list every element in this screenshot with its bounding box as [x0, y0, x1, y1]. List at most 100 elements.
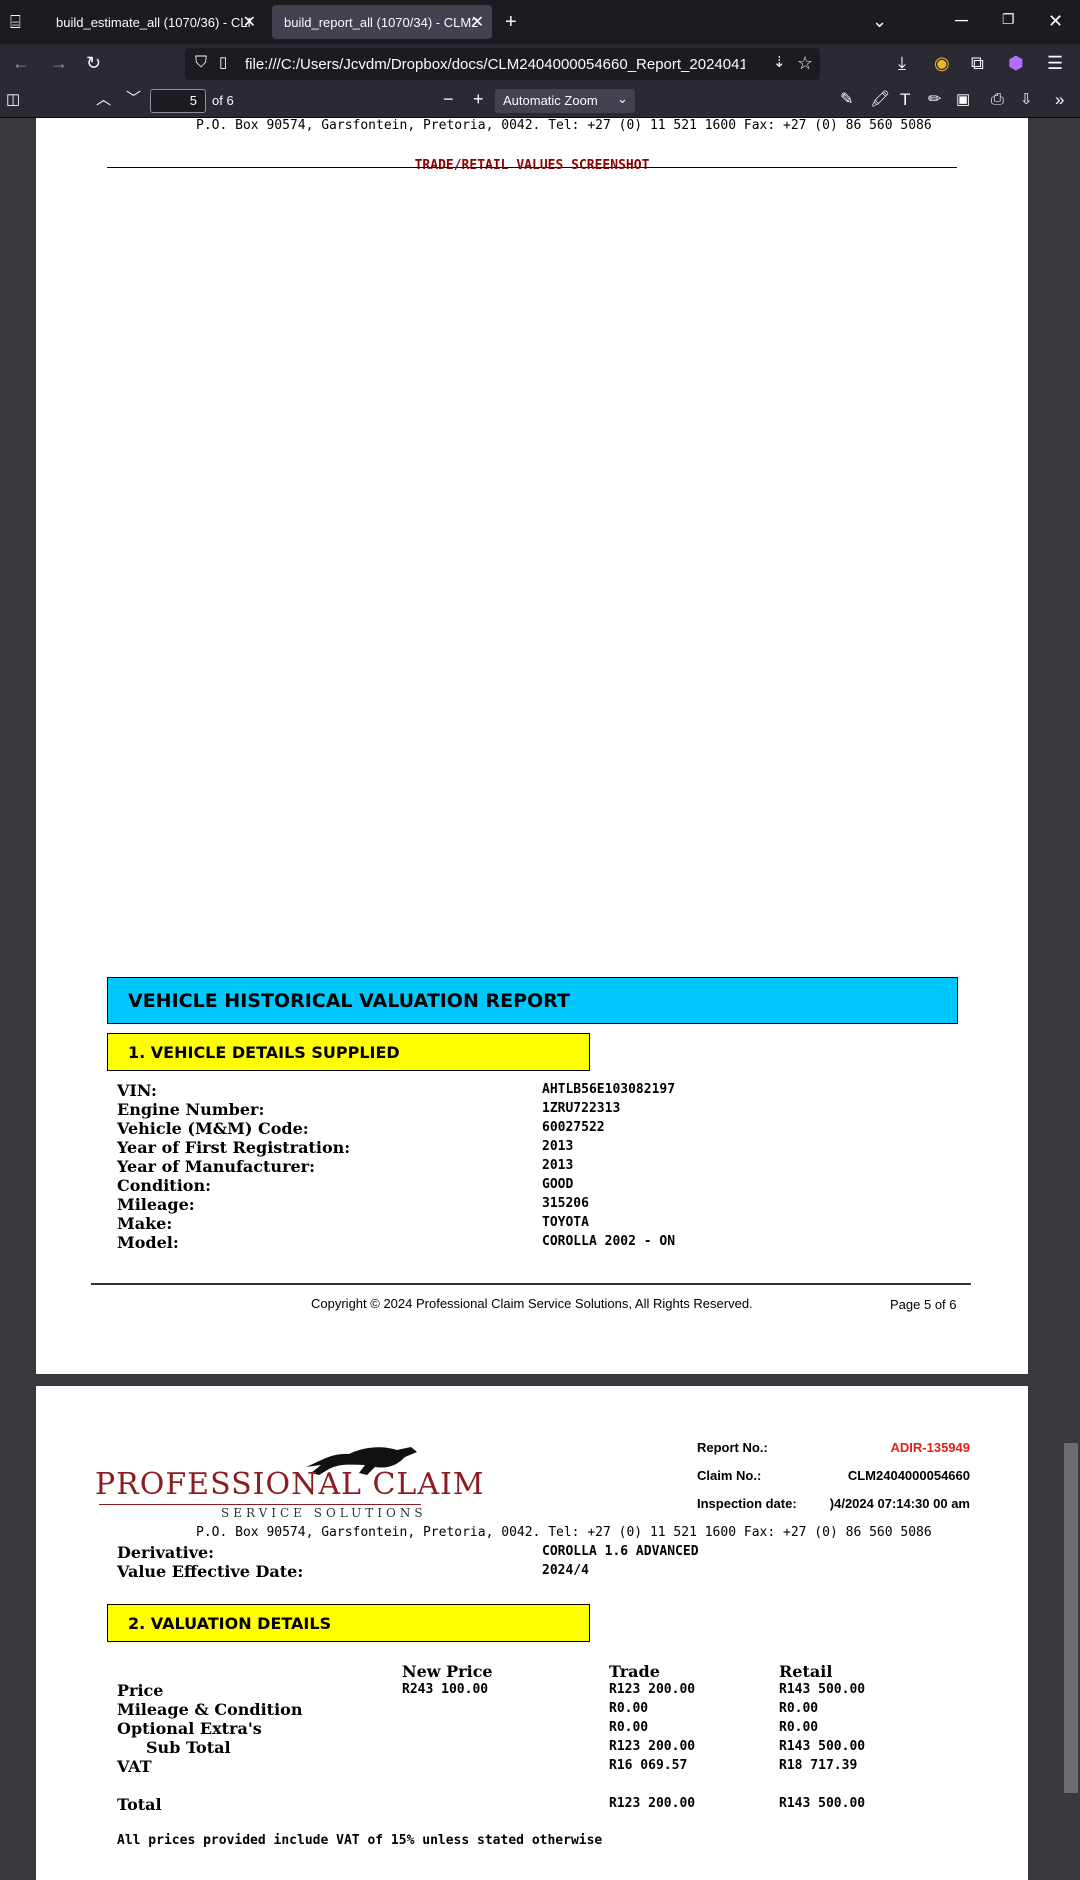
close-tab-icon[interactable]: ✕	[243, 12, 256, 32]
valuation-heading: 2. VALUATION DETAILS	[107, 1604, 590, 1642]
menu-icon[interactable]: ☰	[1047, 54, 1063, 72]
close-window-icon[interactable]: ✕	[1048, 12, 1063, 30]
row-label: VAT	[117, 1757, 152, 1776]
download-icon[interactable]: ⤓	[898, 54, 906, 72]
value-effective-label: Value Effective Date:	[117, 1562, 304, 1581]
derivative-label: Derivative:	[117, 1543, 215, 1562]
detail-value: 60027522	[542, 1120, 605, 1135]
previous-page-icon[interactable]: ︿	[96, 92, 111, 107]
retail-value: R0.00	[779, 1720, 819, 1735]
reader-icon[interactable]: ⇣	[773, 55, 786, 70]
draw-icon[interactable]: ✏	[928, 92, 941, 108]
trade-value: R123 200.00	[609, 1682, 696, 1697]
detail-label: Condition:	[117, 1176, 211, 1195]
sidebar-toggle-icon[interactable]: ◫	[6, 92, 20, 107]
section-title: TRADE/RETAIL VALUES SCREENSHOT	[414, 158, 650, 173]
minimize-icon[interactable]: ─	[955, 11, 968, 29]
pdf-toolbar: ◫ ︿ ﹀ 5 of 6 − + Automatic Zoom ⌄ ✎ 🖍 T …	[0, 84, 1080, 118]
column-header-trade: Trade	[609, 1662, 660, 1681]
text-icon[interactable]: T	[900, 91, 910, 108]
trade-value: R0.00	[609, 1720, 649, 1735]
page-icon: ▯	[219, 54, 228, 71]
url-text[interactable]: file:///C:/Users/Jcvdm/Dropbox/docs/CLM2…	[245, 56, 745, 73]
close-tab-icon[interactable]: ✕	[471, 12, 484, 32]
pdf-page-6: PROFESSIONAL CLAIM SERVICE SOLUTIONS Rep…	[36, 1386, 1028, 1880]
scrollbar-thumb[interactable]	[1064, 1443, 1078, 1793]
highlight-icon[interactable]: 🖍	[870, 92, 890, 108]
url-bar[interactable]: ⛉ ▯ file:///C:/Users/Jcvdm/Dropbox/docs/…	[185, 48, 820, 80]
page-label: Page 5 of 6	[890, 1297, 957, 1312]
total-retail-value: R143 500.00	[779, 1796, 866, 1811]
detail-value: COROLLA 2002 - ON	[542, 1234, 676, 1249]
tab-list-icon[interactable]: ⌸	[10, 13, 21, 31]
detail-label: Model:	[117, 1233, 179, 1252]
row-label: Sub Total	[146, 1738, 231, 1757]
detail-label: Engine Number:	[117, 1100, 265, 1119]
retail-value: R18 717.39	[779, 1758, 858, 1773]
tab-build-estimate[interactable]: build_estimate_all (1070/36) - CLM2 ✕	[44, 5, 264, 39]
back-icon[interactable]: ←	[12, 54, 30, 72]
footer-rule	[91, 1283, 971, 1285]
next-page-icon[interactable]: ﹀	[126, 91, 141, 106]
zoom-value: Automatic Zoom	[503, 93, 598, 108]
restore-icon[interactable]: ❐	[1002, 12, 1015, 26]
tab-build-report[interactable]: build_report_all (1070/34) - CLM240 ✕	[272, 5, 492, 39]
extensions-icon[interactable]: ⧉	[971, 54, 984, 72]
detail-value: GOOD	[542, 1177, 574, 1192]
detail-label: Year of Manufacturer:	[117, 1157, 316, 1176]
row-label: Mileage & Condition	[117, 1700, 303, 1719]
bookmark-star-icon[interactable]: ☆	[797, 54, 813, 72]
detail-value: 1ZRU722313	[542, 1101, 621, 1116]
vat-note: All prices provided include VAT of 15% u…	[117, 1833, 603, 1848]
retail-value: R0.00	[779, 1701, 819, 1716]
chevron-down-icon[interactable]: ⌄	[872, 12, 887, 30]
chevron-down-icon: ⌄	[617, 91, 628, 106]
inspection-date-value: )4/2024 07:14:30 00 am	[829, 1496, 970, 1511]
row-label: Price	[117, 1681, 164, 1700]
value-effective-value: 2024/4	[542, 1563, 589, 1578]
zoom-out-icon[interactable]: −	[443, 90, 454, 108]
company-address: P.O. Box 90574, Garsfontein, Pretoria, 0…	[196, 1525, 932, 1540]
more-tools-icon[interactable]: »	[1055, 91, 1064, 108]
shield-icon[interactable]: ⛉	[195, 55, 207, 71]
page-number-input[interactable]: 5	[150, 89, 206, 113]
new-price-value: R243 100.00	[402, 1682, 489, 1697]
company-logo: PROFESSIONAL CLAIM SERVICE SOLUTIONS	[91, 1441, 484, 1521]
viewer-scrollbar[interactable]	[1062, 118, 1080, 1880]
report-no-value: ADIR-135949	[890, 1440, 971, 1455]
details-heading: 1. VEHICLE DETAILS SUPPLIED	[107, 1033, 590, 1071]
claim-no-value: CLM2404000054660	[847, 1468, 970, 1483]
print-icon[interactable]: ⎙	[991, 92, 1004, 108]
claim-no-label: Claim No.:	[697, 1468, 762, 1483]
tab-bar: ⌸ build_estimate_all (1070/36) - CLM2 ✕ …	[0, 0, 1080, 44]
derivative-value: COROLLA 1.6 ADVANCED	[542, 1544, 699, 1559]
tab-title: build_estimate_all (1070/36) - CLM2	[56, 14, 251, 30]
retail-value: R143 500.00	[779, 1682, 866, 1697]
report-no-label: Report No.:	[697, 1440, 768, 1455]
pdf-viewer[interactable]: P.O. Box 90574, Garsfontein, Pretoria, 0…	[0, 118, 1080, 1880]
signature-icon[interactable]: ✎	[840, 92, 853, 108]
image-icon[interactable]: ▣	[956, 92, 970, 107]
column-header-new-price: New Price	[402, 1662, 493, 1681]
zoom-in-icon[interactable]: +	[473, 90, 484, 108]
detail-label: Year of First Registration:	[117, 1138, 351, 1157]
details-heading-text: 1. VEHICLE DETAILS SUPPLIED	[128, 1042, 400, 1062]
pdf-page-5: P.O. Box 90574, Garsfontein, Pretoria, 0…	[36, 118, 1028, 1374]
reload-icon[interactable]: ↻	[86, 54, 101, 72]
tab-title: build_report_all (1070/34) - CLM240	[284, 14, 479, 30]
zoom-select[interactable]: Automatic Zoom ⌄	[495, 89, 635, 113]
forward-icon[interactable]: →	[50, 54, 68, 72]
detail-label: Mileage:	[117, 1195, 195, 1214]
account-icon[interactable]: ◉	[934, 54, 950, 72]
new-tab-icon[interactable]: +	[505, 12, 517, 32]
total-label: Total	[117, 1795, 162, 1814]
detail-label: Make:	[117, 1214, 173, 1233]
company-address: P.O. Box 90574, Garsfontein, Pretoria, 0…	[196, 118, 932, 133]
addon-icon[interactable]: ⬢	[1008, 54, 1024, 72]
trade-value: R0.00	[609, 1701, 649, 1716]
detail-value: 315206	[542, 1196, 589, 1211]
save-icon[interactable]: ⇩	[1020, 92, 1033, 107]
total-trade-value: R123 200.00	[609, 1796, 696, 1811]
detail-label: VIN:	[117, 1081, 157, 1100]
copyright-text: Copyright © 2024 Professional Claim Serv…	[311, 1296, 753, 1311]
